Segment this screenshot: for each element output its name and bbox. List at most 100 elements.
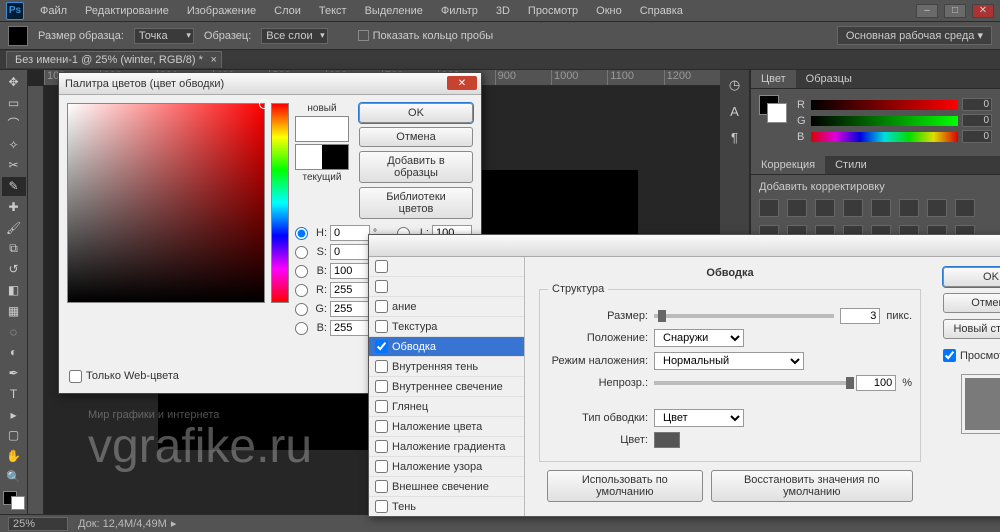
effect-item-6[interactable]: Внутреннее свечение	[369, 377, 524, 397]
menu-edit[interactable]: Редактирование	[77, 3, 177, 19]
effect-item-7[interactable]: Глянец	[369, 397, 524, 417]
blur-tool[interactable]: ◌	[2, 322, 26, 341]
effect-item-4[interactable]: Обводка	[369, 337, 524, 357]
cp-add-button[interactable]: Добавить в образцы	[359, 151, 473, 183]
stroke-size-input[interactable]	[840, 308, 880, 324]
adj-bw-icon[interactable]	[955, 199, 975, 217]
zoom-tool[interactable]: 🔍	[2, 468, 26, 487]
dodge-tool[interactable]: ◐	[2, 343, 26, 362]
cp-cancel-button[interactable]: Отмена	[359, 127, 473, 147]
effect-checkbox-0[interactable]	[375, 260, 388, 273]
adj-hue-icon[interactable]	[899, 199, 919, 217]
effect-checkbox-11[interactable]	[375, 480, 388, 493]
effect-checkbox-4[interactable]	[375, 340, 388, 353]
cp-ok-button[interactable]: OK	[359, 103, 473, 123]
color-panel-swatches[interactable]	[759, 95, 787, 123]
b-slider[interactable]	[811, 132, 958, 142]
show-ring-checkbox[interactable]	[358, 30, 369, 41]
adj-exposure-icon[interactable]	[843, 199, 863, 217]
cp-s-radio[interactable]	[295, 246, 308, 259]
effect-checkbox-5[interactable]	[375, 360, 388, 373]
menu-view[interactable]: Просмотр	[520, 3, 586, 19]
cp-bch-radio[interactable]	[295, 265, 308, 278]
tool-color-swatches[interactable]	[3, 491, 25, 510]
ls-cancel-button[interactable]: Отмена	[943, 293, 1000, 313]
window-minimize[interactable]: –	[916, 4, 938, 18]
pen-tool[interactable]: ✒	[2, 364, 26, 383]
gradient-tool[interactable]: ▦	[2, 301, 26, 320]
effect-item-12[interactable]: Тень	[369, 497, 524, 516]
eyedropper-tool[interactable]: ✎	[2, 177, 26, 196]
color-tab[interactable]: Цвет	[751, 70, 796, 88]
adj-curves-icon[interactable]	[815, 199, 835, 217]
menu-file[interactable]: Файл	[32, 3, 75, 19]
effect-checkbox-9[interactable]	[375, 440, 388, 453]
r-value[interactable]	[962, 98, 992, 111]
preview-checkbox[interactable]	[943, 349, 956, 362]
styles-tab[interactable]: Стили	[825, 156, 877, 174]
cp-bch-input[interactable]	[330, 263, 370, 279]
eyedropper-tool-icon[interactable]	[8, 26, 28, 46]
stroke-opacity-input[interactable]	[856, 375, 896, 391]
stroke-blend-select[interactable]: Нормальный	[654, 352, 804, 370]
sample-size-select[interactable]: Точка	[134, 28, 194, 44]
effect-checkbox-6[interactable]	[375, 380, 388, 393]
paragraph-panel-icon[interactable]: ¶	[725, 128, 745, 146]
hue-slider[interactable]	[271, 103, 289, 303]
effect-item-2[interactable]: ание	[369, 297, 524, 317]
adj-brightness-icon[interactable]	[759, 199, 779, 217]
stroke-color-chip[interactable]	[654, 432, 680, 448]
color-picker-close-icon[interactable]: ✕	[447, 76, 477, 90]
zoom-field[interactable]: 25%	[8, 517, 68, 531]
brush-tool[interactable]: 🖌	[2, 218, 26, 237]
effect-checkbox-7[interactable]	[375, 400, 388, 413]
b-value[interactable]	[962, 130, 992, 143]
cp-r-radio[interactable]	[295, 284, 308, 297]
marquee-tool[interactable]: ▭	[2, 94, 26, 113]
effect-checkbox-1[interactable]	[375, 280, 388, 293]
stroke-position-select[interactable]: Снаружи	[654, 329, 744, 347]
effect-item-5[interactable]: Внутренняя тень	[369, 357, 524, 377]
web-only-checkbox[interactable]	[69, 370, 82, 383]
eraser-tool[interactable]: ◧	[2, 281, 26, 300]
menu-select[interactable]: Выделение	[357, 3, 431, 19]
history-brush-tool[interactable]: ↺	[2, 260, 26, 279]
adjustments-tab[interactable]: Коррекция	[751, 156, 825, 174]
adj-levels-icon[interactable]	[787, 199, 807, 217]
g-slider[interactable]	[811, 116, 958, 126]
layer-style-titlebar[interactable]: ✕	[369, 235, 1000, 257]
crop-tool[interactable]: ✂	[2, 156, 26, 175]
menu-layers[interactable]: Слои	[266, 3, 309, 19]
cp-libraries-button[interactable]: Библиотеки цветов	[359, 187, 473, 219]
g-value[interactable]	[962, 114, 992, 127]
effect-checkbox-8[interactable]	[375, 420, 388, 433]
effect-item-3[interactable]: Текстура	[369, 317, 524, 337]
window-close[interactable]: ✕	[972, 4, 994, 18]
ls-ok-button[interactable]: OK	[943, 267, 1000, 287]
reset-default-button[interactable]: Восстановить значения по умолчанию	[711, 470, 913, 502]
healing-brush-tool[interactable]: ✚	[2, 198, 26, 217]
cp-bb-input[interactable]	[330, 320, 370, 336]
stroke-type-select[interactable]: Цвет	[654, 409, 744, 427]
close-tab-icon[interactable]: ×	[210, 54, 216, 66]
effect-checkbox-12[interactable]	[375, 500, 388, 513]
cp-h-input[interactable]	[330, 225, 370, 241]
shape-tool[interactable]: ▢	[2, 426, 26, 445]
effect-checkbox-2[interactable]	[375, 300, 388, 313]
swatches-tab[interactable]: Образцы	[796, 70, 862, 88]
effect-checkbox-10[interactable]	[375, 460, 388, 473]
window-maximize[interactable]: □	[944, 4, 966, 18]
path-select-tool[interactable]: ▸	[2, 405, 26, 424]
cp-h-radio[interactable]	[295, 227, 308, 240]
effect-item-1[interactable]	[369, 277, 524, 297]
ls-new-style-button[interactable]: Новый стиль...	[943, 319, 1000, 339]
adj-balance-icon[interactable]	[927, 199, 947, 217]
cp-g-input[interactable]	[330, 301, 370, 317]
lasso-tool[interactable]: ⌒	[2, 115, 26, 134]
character-panel-icon[interactable]: A	[725, 102, 745, 120]
menu-filter[interactable]: Фильтр	[433, 3, 486, 19]
document-tab[interactable]: Без имени-1 @ 25% (winter, RGB/8) *×	[6, 51, 222, 68]
adj-vibrance-icon[interactable]	[871, 199, 891, 217]
cp-bb-radio[interactable]	[295, 322, 308, 335]
move-tool[interactable]: ✥	[2, 73, 26, 92]
